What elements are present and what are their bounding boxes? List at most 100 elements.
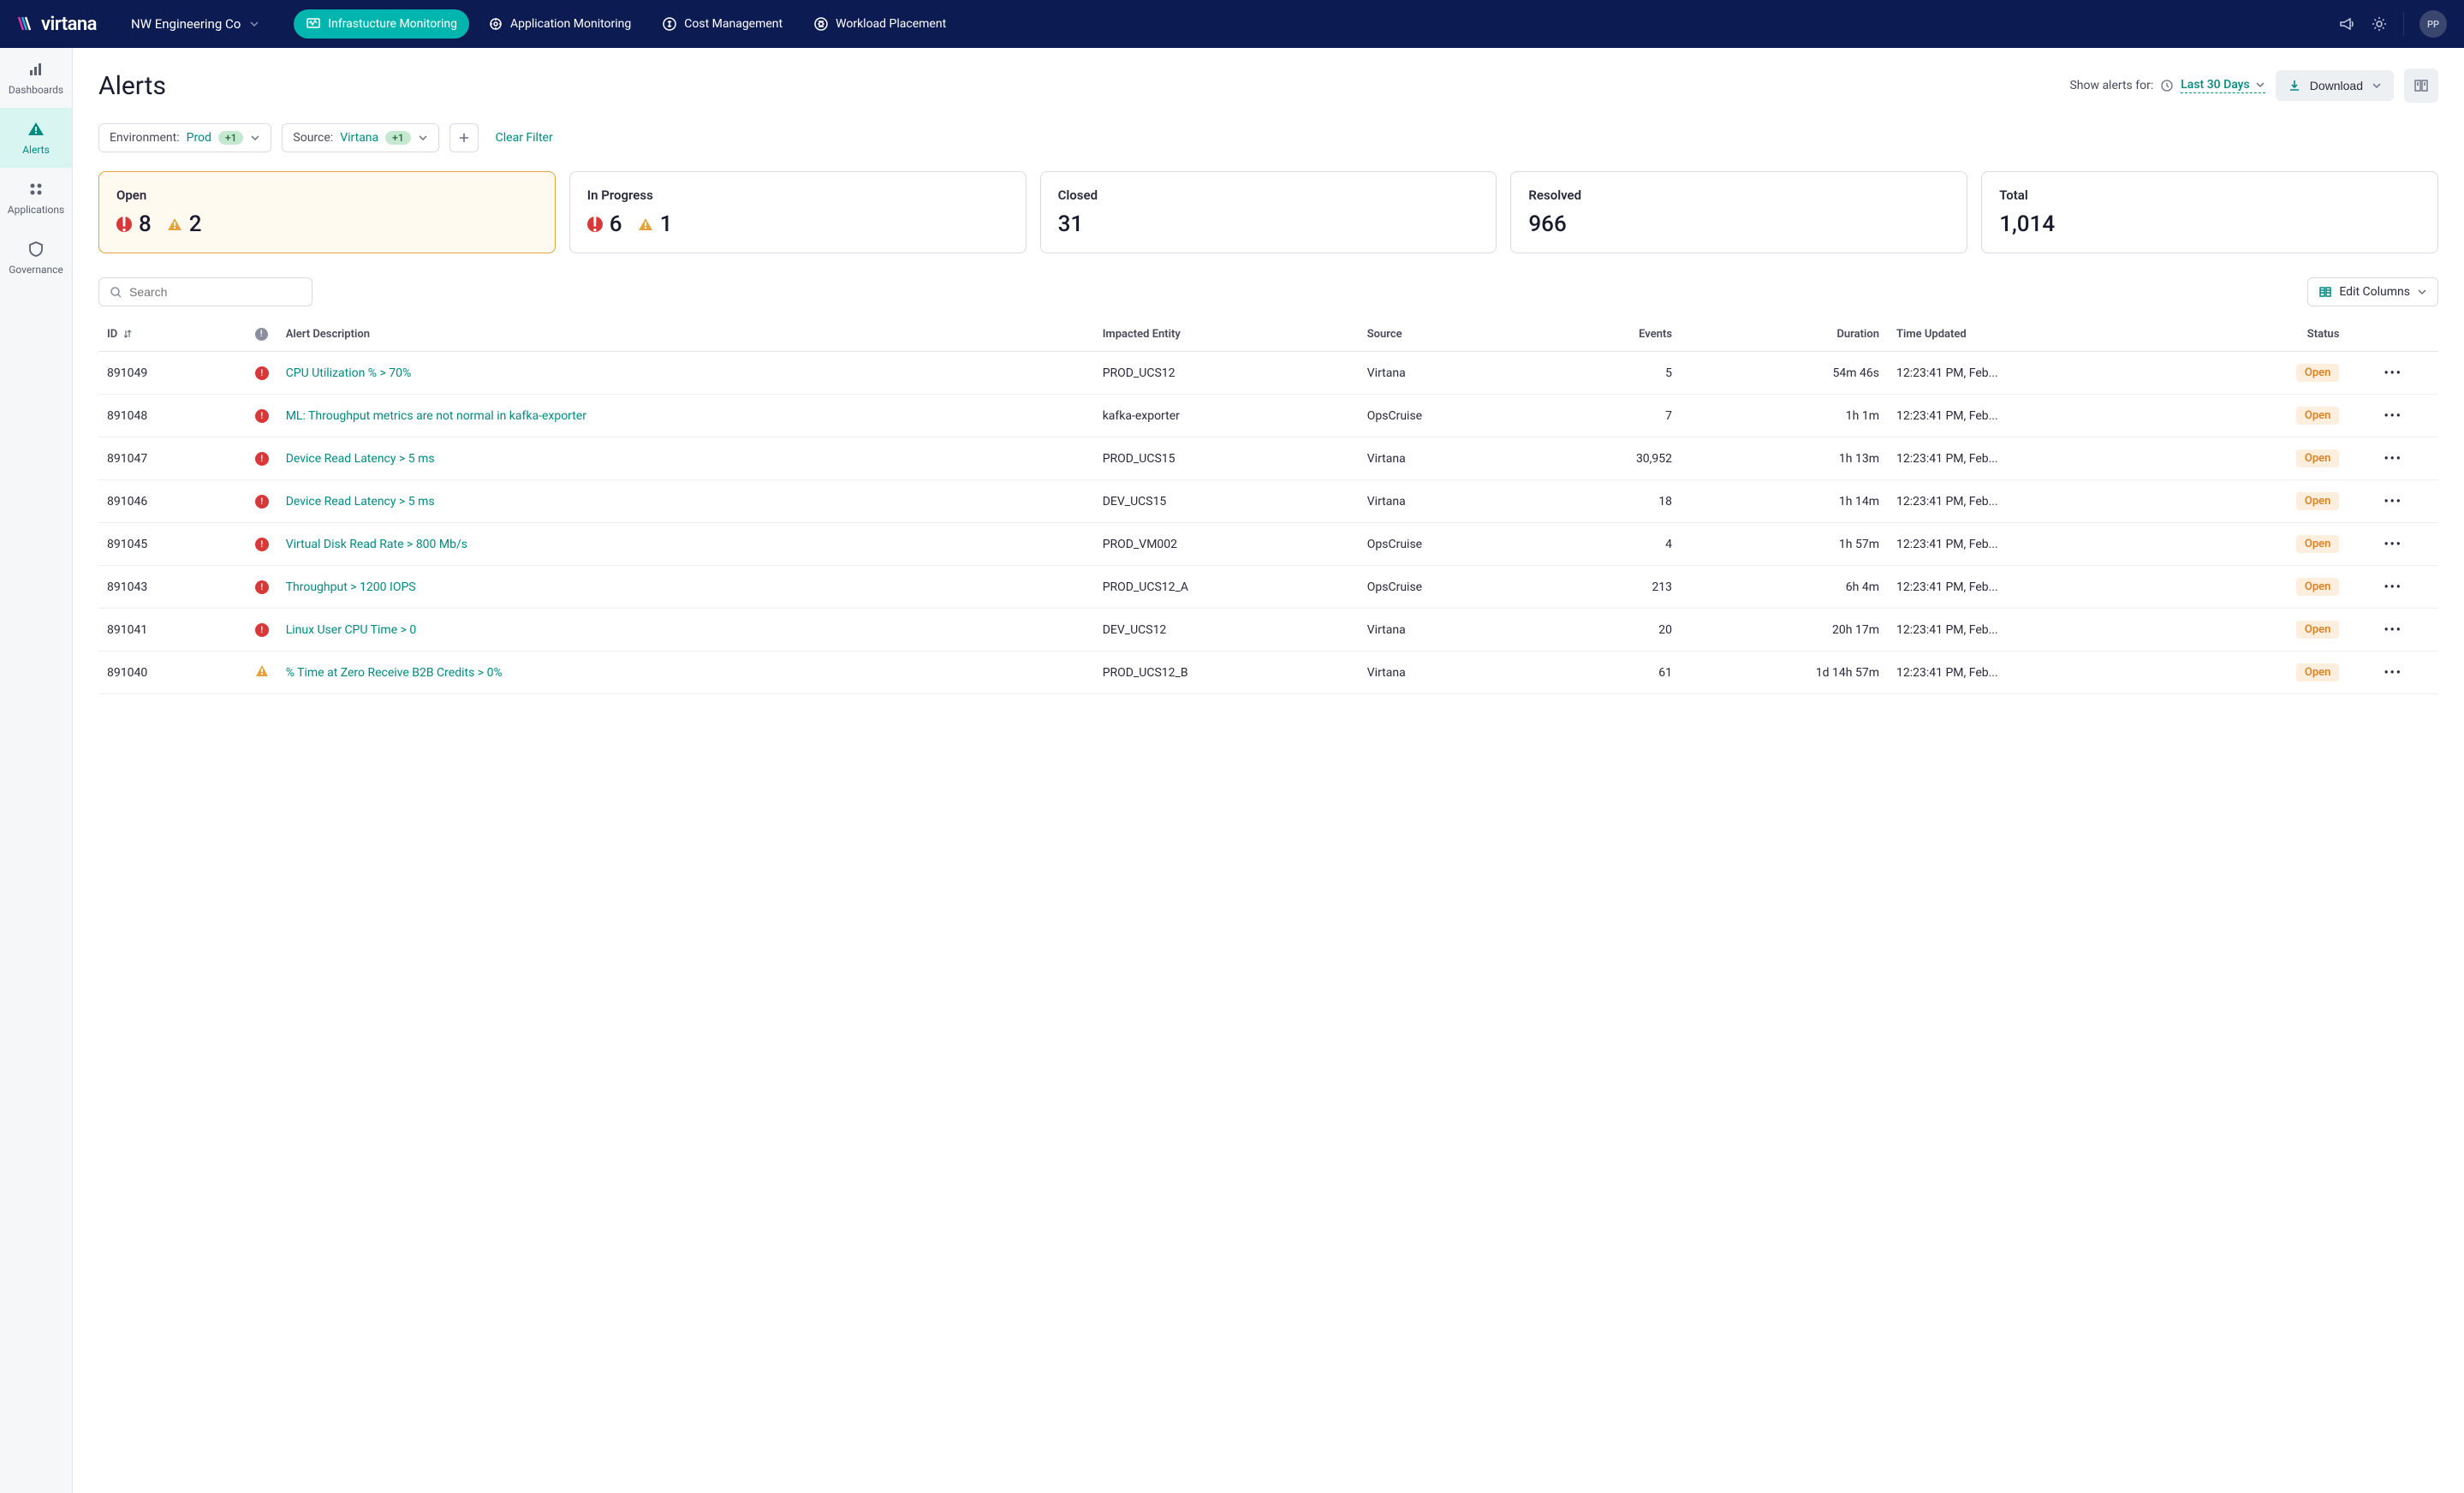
cell-updated: 12:23:41 PM, Feb... (1888, 609, 2193, 651)
col-status[interactable]: Status (2193, 317, 2348, 352)
cell-source: OpsCruise (1359, 395, 1544, 437)
search-input[interactable] (129, 285, 301, 299)
megaphone-icon[interactable] (2338, 15, 2355, 33)
sidebar-item-dashboards[interactable]: Dashboards (0, 48, 72, 108)
applications-icon (27, 180, 45, 199)
table-header-row: ID ! Alert Description Impacted Entity S… (98, 317, 2438, 352)
col-duration[interactable]: Duration (1681, 317, 1888, 352)
cell-events: 20 (1544, 609, 1681, 651)
col-updated[interactable]: Time Updated (1888, 317, 2193, 352)
filter-pill[interactable]: Environment: Prod +1 (98, 123, 271, 152)
filter-row: Environment: Prod +1 Source: Virtana +1 … (98, 123, 2438, 152)
org-selector[interactable]: NW Engineering Co (131, 16, 259, 32)
sidebar-label: Applications (8, 204, 64, 216)
stat-total-count: 31 (1058, 211, 1084, 237)
cell-status: Open (2193, 437, 2348, 480)
table-row: 891047 ! Device Read Latency > 5 ms PROD… (98, 437, 2438, 480)
status-chip: Open (2296, 449, 2339, 467)
search-input-wrap[interactable] (98, 277, 312, 306)
row-actions-button[interactable]: ••• (2348, 566, 2438, 609)
stat-card-open[interactable]: Open!82 (98, 171, 556, 253)
critical-icon: ! (255, 495, 269, 509)
clear-filter-link[interactable]: Clear Filter (496, 131, 553, 145)
sidebar-item-governance[interactable]: Governance (0, 228, 72, 288)
download-button[interactable]: Download (2276, 70, 2394, 101)
col-severity[interactable]: ! (247, 317, 277, 352)
cell-id: 891045 (98, 523, 247, 566)
critical-icon: ! (255, 623, 269, 637)
top-nav-item[interactable]: Workload Placement (801, 9, 958, 39)
top-nav-items: Infrastucture MonitoringApplication Moni… (294, 9, 958, 39)
cell-severity (247, 651, 277, 694)
row-actions-button[interactable]: ••• (2348, 352, 2438, 395)
cell-impacted: PROD_UCS12_B (1094, 651, 1359, 694)
row-actions-button[interactable]: ••• (2348, 480, 2438, 523)
gear-icon[interactable] (2371, 15, 2388, 33)
stat-label: Closed (1058, 187, 1479, 203)
row-actions-button[interactable]: ••• (2348, 395, 2438, 437)
cell-description: CPU Utilization % > 70% (277, 352, 1094, 395)
alert-description-link[interactable]: ML: Throughput metrics are not normal in… (286, 409, 586, 423)
cell-description: Device Read Latency > 5 ms (277, 437, 1094, 480)
warning-icon (638, 217, 653, 232)
status-chip: Open (2296, 364, 2339, 382)
page-title: Alerts (98, 71, 166, 101)
col-impacted[interactable]: Impacted Entity (1094, 317, 1359, 352)
sidebar-label: Governance (9, 264, 63, 276)
top-nav-item[interactable]: Infrastucture Monitoring (294, 9, 469, 39)
status-chip: Open (2296, 535, 2339, 553)
cell-impacted: PROD_UCS12_A (1094, 566, 1359, 609)
cell-impacted: PROD_UCS12 (1094, 352, 1359, 395)
alert-description-link[interactable]: Virtual Disk Read Rate > 800 Mb/s (286, 538, 467, 551)
book-icon-button[interactable] (2404, 68, 2438, 103)
stat-warn-count: 1 (660, 211, 673, 237)
top-nav-item[interactable]: Cost Management (650, 9, 795, 39)
date-range-selector[interactable]: Last 30 Days (2181, 78, 2265, 93)
alert-description-link[interactable]: % Time at Zero Receive B2B Credits > 0% (286, 666, 503, 680)
cell-duration: 6h 4m (1681, 566, 1888, 609)
chevron-down-icon (2372, 80, 2382, 91)
row-actions-button[interactable]: ••• (2348, 437, 2438, 480)
col-description[interactable]: Alert Description (277, 317, 1094, 352)
sidebar-item-applications[interactable]: Applications (0, 168, 72, 228)
stat-card-total[interactable]: Total1,014 (1981, 171, 2438, 253)
cell-severity: ! (247, 609, 277, 651)
severity-header-icon: ! (255, 328, 268, 341)
col-id[interactable]: ID (98, 317, 247, 352)
chevron-down-icon (2417, 287, 2427, 297)
cell-impacted: DEV_UCS15 (1094, 480, 1359, 523)
col-source[interactable]: Source (1359, 317, 1544, 352)
alert-description-link[interactable]: Linux User CPU Time > 0 (286, 623, 417, 637)
filter-pill[interactable]: Source: Virtana +1 (282, 123, 438, 152)
sidebar-label: Alerts (22, 144, 50, 156)
download-icon (2288, 79, 2301, 92)
table-row: 891048 ! ML: Throughput metrics are not … (98, 395, 2438, 437)
alert-description-link[interactable]: CPU Utilization % > 70% (286, 366, 412, 380)
stat-card-in_progress[interactable]: In Progress!61 (569, 171, 1027, 253)
stat-total-count: 966 (1528, 211, 1566, 237)
logo[interactable]: virtana (17, 14, 97, 35)
col-events[interactable]: Events (1544, 317, 1681, 352)
stat-card-resolved[interactable]: Resolved966 (1510, 171, 1967, 253)
alert-description-link[interactable]: Device Read Latency > 5 ms (286, 452, 435, 466)
alert-description-link[interactable]: Throughput > 1200 IOPS (286, 580, 416, 594)
stat-card-closed[interactable]: Closed 31 (1040, 171, 1497, 253)
chevron-down-icon (250, 133, 260, 143)
cell-severity: ! (247, 437, 277, 480)
table-row: 891041 ! Linux User CPU Time > 0 DEV_UCS… (98, 609, 2438, 651)
sidebar-item-alerts[interactable]: Alerts (0, 108, 72, 168)
divider (2403, 12, 2404, 36)
user-avatar[interactable]: PP (2419, 10, 2447, 38)
add-filter-button[interactable] (449, 123, 479, 152)
alert-description-link[interactable]: Device Read Latency > 5 ms (286, 495, 435, 509)
row-actions-button[interactable]: ••• (2348, 651, 2438, 694)
row-actions-button[interactable]: ••• (2348, 609, 2438, 651)
cell-duration: 1h 1m (1681, 395, 1888, 437)
chevron-down-icon (2255, 80, 2265, 90)
cell-id: 891041 (98, 609, 247, 651)
row-actions-button[interactable]: ••• (2348, 523, 2438, 566)
chevron-down-icon (249, 19, 259, 29)
top-nav-item[interactable]: Application Monitoring (476, 9, 643, 39)
edit-columns-button[interactable]: Edit Columns (2307, 277, 2438, 306)
cell-impacted: PROD_UCS15 (1094, 437, 1359, 480)
